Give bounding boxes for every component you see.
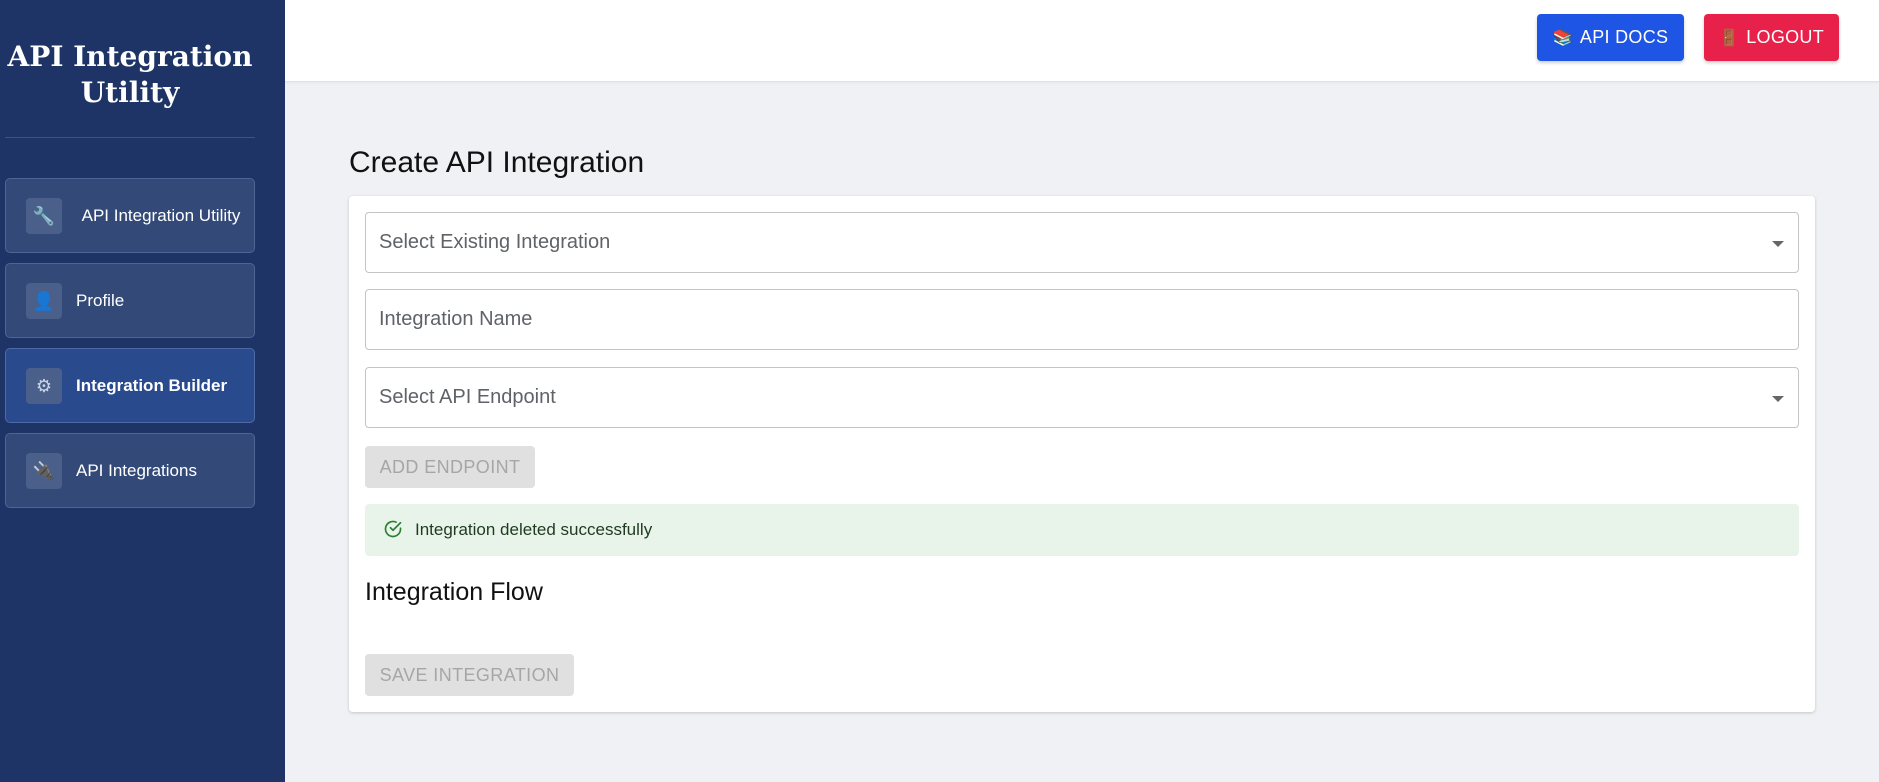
api-endpoint-placeholder: Select API Endpoint xyxy=(379,386,556,408)
sidebar-item-api-integration-utility[interactable]: 🔧 API Integration Utility xyxy=(5,178,255,253)
dropdown-arrow-icon xyxy=(1772,396,1784,402)
sidebar-item-label: Profile xyxy=(76,291,125,310)
door-icon: 🚪 xyxy=(1718,29,1740,47)
top-app-bar: 📚 API DOCS 🚪 LOGOUT xyxy=(285,0,1879,82)
integration-name-placeholder: Integration Name xyxy=(379,308,533,330)
api-docs-button[interactable]: 📚 API DOCS xyxy=(1537,14,1684,61)
integration-form-card: Select Existing Integration Integration … xyxy=(349,196,1815,712)
sidebar-item-integration-builder[interactable]: ⚙ Integration Builder xyxy=(5,348,255,423)
add-endpoint-button[interactable]: ADD ENDPOINT xyxy=(365,446,535,488)
existing-integration-placeholder: Select Existing Integration xyxy=(379,231,611,253)
logout-label: LOGOUT xyxy=(1746,27,1825,47)
sidebar-item-profile[interactable]: 👤 Profile xyxy=(5,263,255,338)
app-brand-title: API Integration Utility xyxy=(5,0,255,138)
books-icon: 📚 xyxy=(1552,29,1573,47)
user-icon: 👤 xyxy=(26,283,62,319)
save-integration-button[interactable]: SAVE INTEGRATION xyxy=(365,654,574,696)
success-alert: Integration deleted successfully xyxy=(365,504,1799,556)
sidebar-item-label: API Integration Utility xyxy=(81,206,241,225)
api-docs-label: API DOCS xyxy=(1579,27,1669,47)
sidebar: API Integration Utility 🔧 API Integratio… xyxy=(0,0,285,782)
sidebar-item-label: API Integrations xyxy=(76,461,197,480)
logout-button[interactable]: 🚪 LOGOUT xyxy=(1704,14,1839,61)
integration-flow-title: Integration Flow xyxy=(365,578,543,606)
gear-icon: ⚙ xyxy=(26,368,62,404)
sidebar-item-label: Integration Builder xyxy=(76,376,228,395)
existing-integration-select[interactable]: Select Existing Integration xyxy=(365,212,1799,273)
api-endpoint-select[interactable]: Select API Endpoint xyxy=(365,367,1799,428)
sidebar-item-api-integrations[interactable]: 🔌 API Integrations xyxy=(5,433,255,508)
dropdown-arrow-icon xyxy=(1772,241,1784,247)
page-title: Create API Integration xyxy=(349,146,645,179)
integration-name-input[interactable]: Integration Name xyxy=(365,289,1799,350)
wrench-icon: 🔧 xyxy=(26,198,62,234)
check-circle-icon xyxy=(384,520,402,538)
plug-icon: 🔌 xyxy=(26,453,62,489)
alert-message: Integration deleted successfully xyxy=(415,520,653,539)
